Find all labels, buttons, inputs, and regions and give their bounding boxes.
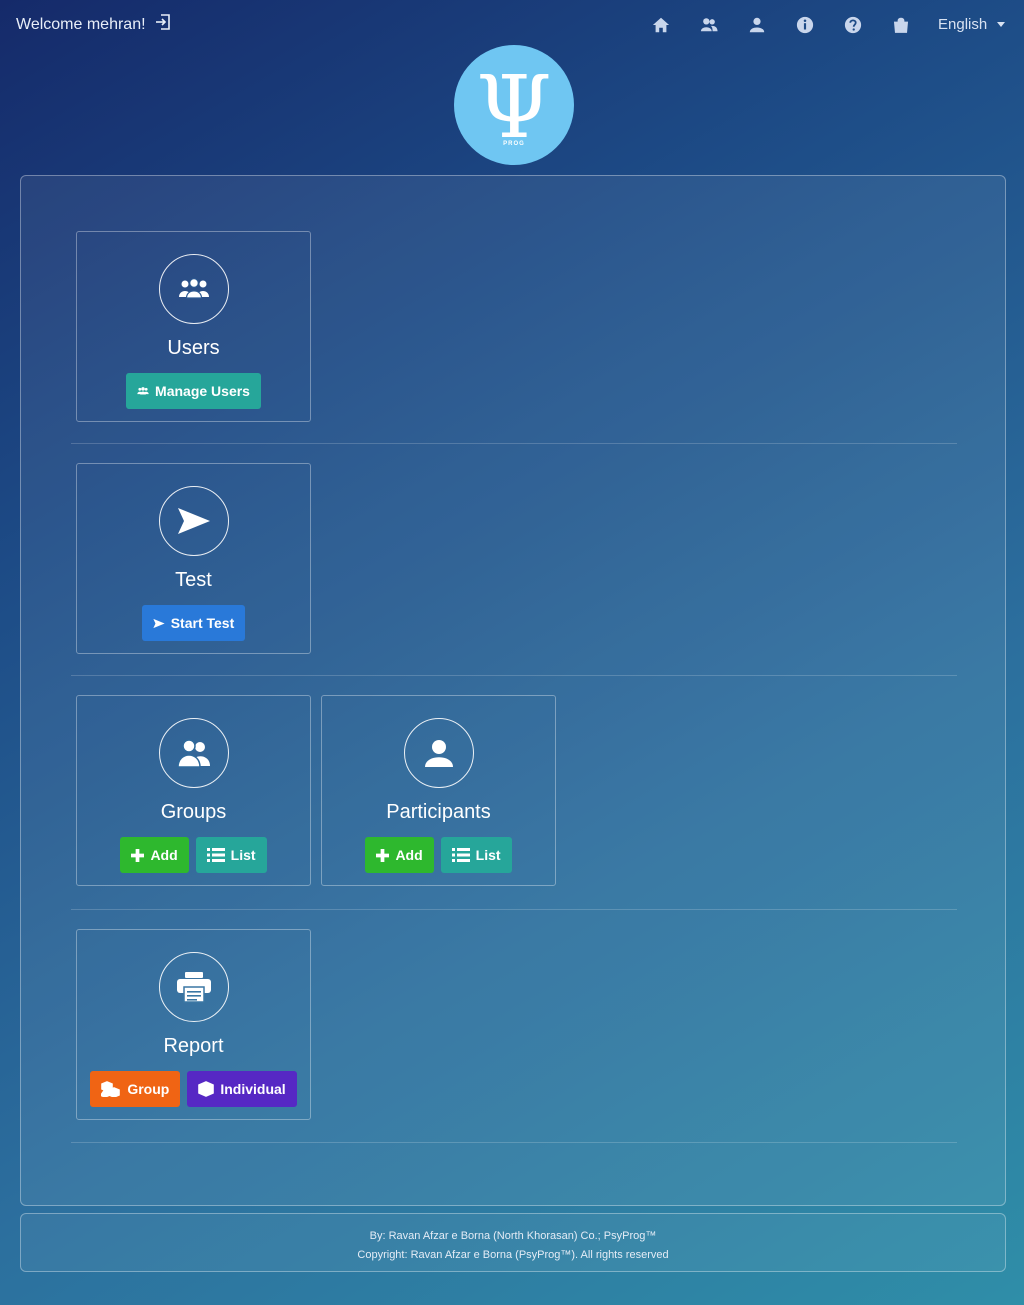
manage-users-button[interactable]: Manage Users — [126, 373, 261, 409]
section-divider — [71, 675, 957, 676]
footer-copyright: Copyright: Ravan Afzar e Borna (PsyProg™… — [357, 1249, 669, 1261]
welcome-area: Welcome mehran! — [16, 13, 172, 36]
groups-icon — [177, 739, 210, 768]
top-bar: Welcome mehran! English — [0, 0, 1024, 48]
user-icon — [425, 740, 453, 767]
participants-title: Participants — [386, 801, 491, 823]
footer-credit: By: Ravan Afzar e Borna (North Khorasan)… — [369, 1230, 657, 1242]
chevron-down-icon — [997, 22, 1006, 27]
psyprog-logo: Ψ PROG — [454, 45, 574, 165]
test-circle — [159, 486, 229, 556]
list-icon — [451, 848, 470, 862]
test-card: Test Start Test — [76, 463, 311, 654]
logout-icon[interactable] — [154, 13, 172, 36]
welcome-text: Welcome mehran! — [16, 15, 146, 33]
nav-icon-bar — [650, 14, 938, 36]
manage-users-label: Manage Users — [155, 383, 250, 399]
report-circle — [159, 952, 229, 1022]
report-title: Report — [163, 1035, 224, 1057]
list-groups-label: List — [230, 847, 256, 863]
users-icon[interactable] — [698, 14, 720, 36]
users-card: Users Manage Users — [76, 231, 311, 422]
language-selector[interactable]: English — [938, 16, 1006, 33]
groups-circle — [159, 718, 229, 788]
group-report-label: Group — [127, 1081, 170, 1097]
cubes-icon — [101, 1081, 121, 1097]
home-icon[interactable] — [650, 14, 672, 36]
users-group-icon — [137, 387, 149, 395]
shopping-bag-icon[interactable] — [890, 14, 912, 36]
list-icon — [206, 848, 225, 862]
individual-report-button[interactable]: Individual — [187, 1071, 297, 1107]
language-label: English — [938, 16, 988, 33]
add-group-button[interactable]: Add — [120, 837, 189, 873]
user-icon[interactable] — [746, 14, 768, 36]
individual-report-label: Individual — [220, 1081, 286, 1097]
users-group-icon — [179, 278, 209, 299]
plus-icon — [131, 848, 145, 862]
group-report-button[interactable]: Group — [90, 1071, 181, 1107]
psi-logo-icon: Ψ PROG — [476, 58, 551, 158]
add-participant-button[interactable]: Add — [365, 837, 434, 873]
participants-card: Participants Add List — [321, 695, 556, 886]
start-test-label: Start Test — [170, 615, 235, 631]
groups-title: Groups — [160, 801, 227, 823]
section-divider — [71, 909, 957, 910]
list-participants-label: List — [475, 847, 501, 863]
list-participants-button[interactable]: List — [440, 837, 512, 873]
logo-subtext: PROG — [503, 141, 525, 147]
list-groups-button[interactable]: List — [195, 837, 267, 873]
test-title: Test — [175, 569, 212, 591]
participants-circle — [404, 718, 474, 788]
send-icon — [153, 618, 165, 628]
footer: By: Ravan Afzar e Borna (North Khorasan)… — [20, 1213, 1006, 1272]
plus-icon — [376, 848, 390, 862]
add-group-label: Add — [150, 847, 178, 863]
section-divider — [71, 1142, 957, 1143]
section-divider — [71, 443, 957, 444]
printer-icon — [177, 972, 211, 1003]
report-card: Report Group Individual — [76, 929, 311, 1120]
help-icon[interactable] — [842, 14, 864, 36]
send-icon — [178, 508, 210, 534]
cube-icon — [198, 1081, 215, 1097]
groups-card: Groups Add List — [76, 695, 311, 886]
add-participant-label: Add — [395, 847, 423, 863]
users-title: Users — [167, 337, 220, 359]
start-test-button[interactable]: Start Test — [141, 605, 246, 641]
users-circle — [159, 254, 229, 324]
info-icon[interactable] — [794, 14, 816, 36]
